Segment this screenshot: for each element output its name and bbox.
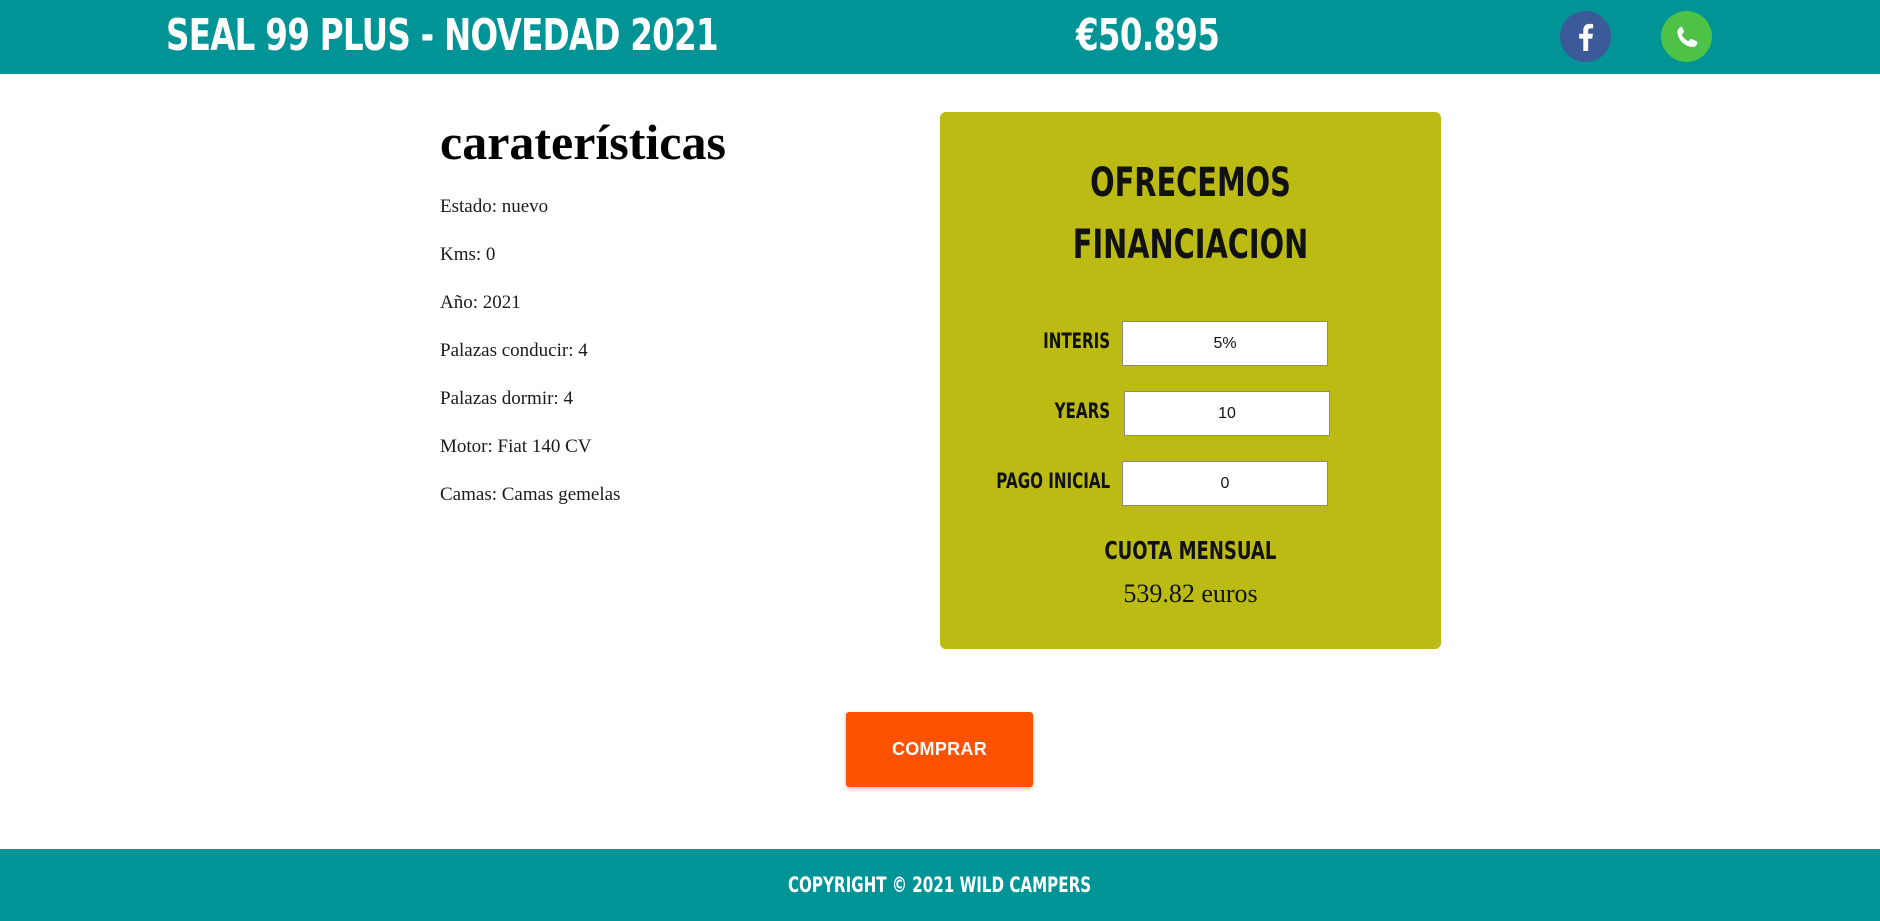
specs-title: caraterísticas xyxy=(440,114,726,170)
spec-seats-sleeping: Palazas dormir: 4 xyxy=(440,388,573,409)
facebook-icon[interactable] xyxy=(1560,11,1611,62)
monthly-payment-label: CUOTA MENSUAL xyxy=(1104,536,1277,565)
spec-estado: Estado: nuevo xyxy=(440,196,549,217)
down-payment-label: PAGO INICIAL xyxy=(996,469,1110,493)
top-bar: SEAL 99 PLUS - NOVEDAD 2021 €50.895 xyxy=(0,0,1880,74)
financing-heading-line1: OFRECEMOS xyxy=(1090,160,1291,206)
years-label: YEARS xyxy=(1054,399,1110,423)
years-input[interactable] xyxy=(1124,391,1330,436)
buy-button[interactable]: COMPRAR xyxy=(846,712,1033,787)
product-title: SEAL 99 PLUS - NOVEDAD 2021 xyxy=(166,10,719,61)
financing-heading-line2: FINANCIACION xyxy=(1072,222,1309,268)
interest-input[interactable] xyxy=(1122,321,1328,366)
whatsapp-glyph xyxy=(1677,25,1698,48)
spec-kms: Kms: 0 xyxy=(440,244,496,265)
footer-copyright: COPYRIGHT © 2021 WILD CAMPERS xyxy=(788,873,1092,897)
footer: COPYRIGHT © 2021 WILD CAMPERS xyxy=(0,849,1880,921)
whatsapp-icon[interactable] xyxy=(1661,11,1712,62)
facebook-glyph xyxy=(1579,23,1594,51)
footer-copyright-wrap: COPYRIGHT © 2021 WILD CAMPERS xyxy=(0,871,1880,899)
spec-year: Año: 2021 xyxy=(440,292,521,313)
financing-panel: OFRECEMOS FINANCIACION INTERIS YEARS PAG… xyxy=(940,112,1441,649)
spec-beds: Camas: Camas gemelas xyxy=(440,484,621,505)
product-price: €50.895 xyxy=(1076,10,1220,61)
spec-engine: Motor: Fiat 140 CV xyxy=(440,436,592,457)
financing-heading: OFRECEMOS FINANCIACION xyxy=(940,152,1441,276)
monthly-payment-value: 539.82 euros xyxy=(1123,579,1258,608)
interest-label: INTERIS xyxy=(1042,329,1110,353)
monthly-payment-label-wrap: CUOTA MENSUAL xyxy=(940,536,1441,566)
down-payment-input[interactable] xyxy=(1122,461,1328,506)
spec-seats-driving: Palazas conducir: 4 xyxy=(440,340,588,361)
